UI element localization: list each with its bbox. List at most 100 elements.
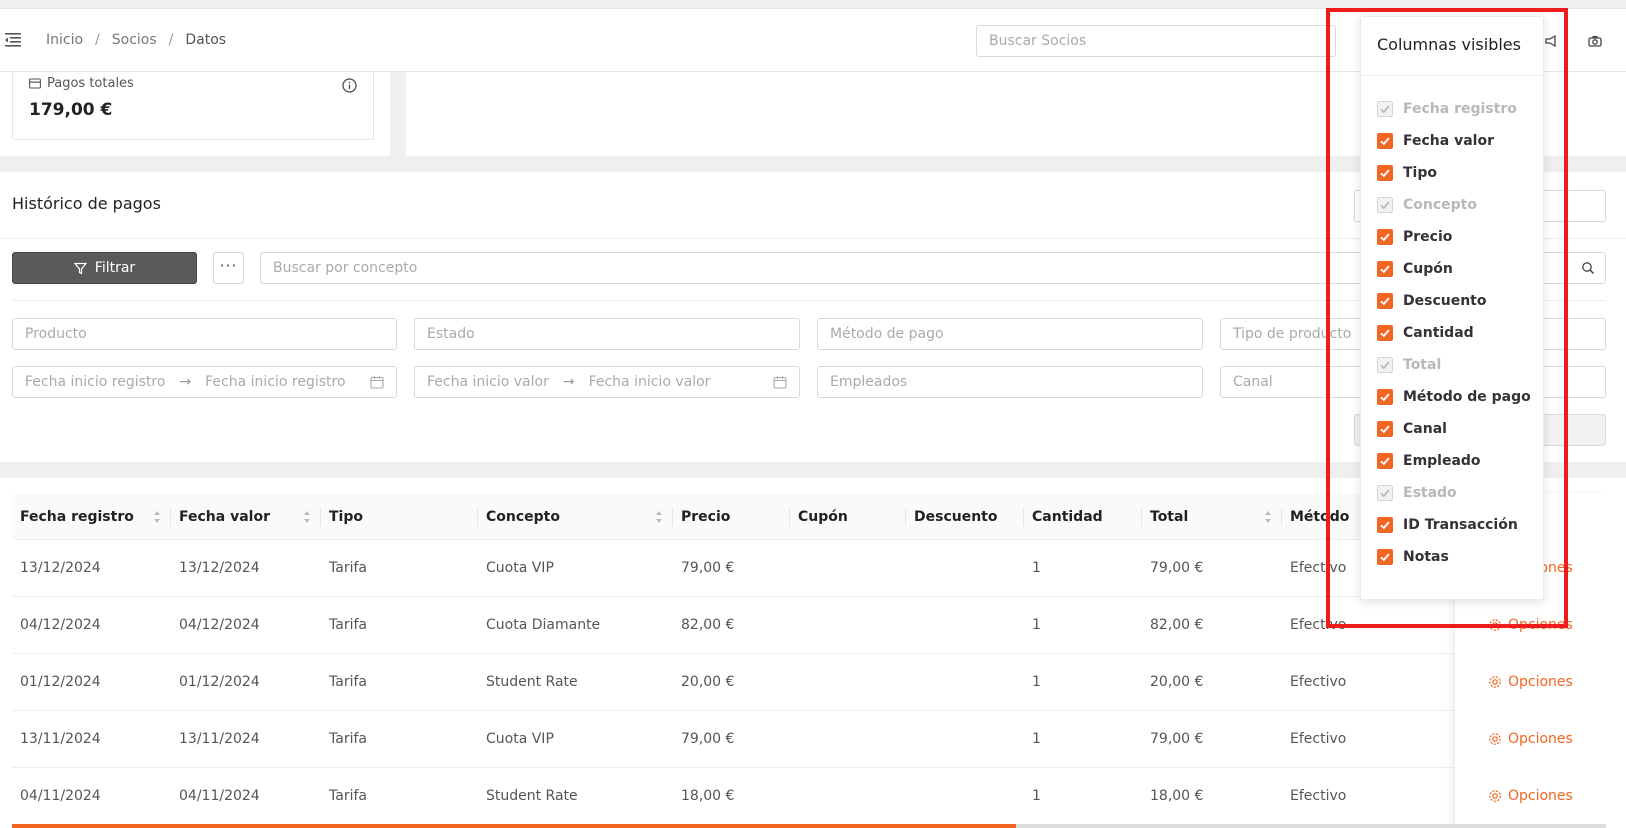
- breadcrumb-socios[interactable]: Socios: [112, 32, 157, 48]
- gear-icon: [1489, 733, 1501, 745]
- column-header-label: Tipo: [329, 509, 363, 525]
- column-header-label: Cantidad: [1032, 509, 1103, 525]
- cell-fecha-valor: 04/12/2024: [179, 617, 260, 633]
- column-header-fecha-registro[interactable]: Fecha registro: [12, 494, 171, 540]
- column-header-label: Fecha registro: [20, 509, 134, 525]
- breadcrumb-home[interactable]: Inicio: [46, 32, 83, 48]
- cell-concepto: Student Rate: [486, 674, 578, 690]
- status-select[interactable]: Estado: [414, 318, 800, 350]
- row-options-button[interactable]: Opciones: [1488, 729, 1573, 749]
- value-end-date[interactable]: Fecha inicio valor: [589, 367, 711, 397]
- cell-total: 79,00 €: [1150, 731, 1204, 747]
- cell-metodo: Efectivo: [1290, 731, 1347, 747]
- cell-cantidad: 1: [1032, 731, 1041, 747]
- cell-cupon: [790, 654, 906, 711]
- cell-fecha-registro: 04/11/2024: [20, 788, 101, 804]
- range-arrow: →: [562, 374, 575, 390]
- camera-icon[interactable]: [1588, 34, 1602, 48]
- cell-fecha-valor: 13/12/2024: [179, 560, 260, 576]
- payment-method-select[interactable]: Método de pago: [817, 318, 1203, 350]
- cell-tipo: Tarifa: [329, 674, 367, 690]
- info-icon[interactable]: [342, 78, 357, 93]
- cell-cantidad: 1: [1032, 560, 1041, 576]
- product-select[interactable]: Producto: [12, 318, 397, 350]
- column-header-precio: Precio: [673, 494, 790, 540]
- total-payments-value: 179,00 €: [29, 100, 113, 120]
- filter-icon: [73, 262, 87, 274]
- gear-icon: [1489, 676, 1501, 688]
- cell-descuento: [906, 768, 1024, 825]
- registration-start-date[interactable]: Fecha inicio registro: [25, 367, 165, 397]
- filter-button[interactable]: Filtrar: [12, 252, 197, 284]
- registration-date-range[interactable]: Fecha inicio registro → Fecha inicio reg…: [12, 366, 397, 398]
- sort-icon[interactable]: [1264, 510, 1272, 524]
- registration-end-date[interactable]: Fecha inicio registro: [205, 367, 345, 397]
- column-header-total[interactable]: Total: [1142, 494, 1282, 540]
- sort-icon[interactable]: [153, 510, 161, 524]
- cell-tipo: Tarifa: [329, 560, 367, 576]
- filter-button-label: Filtrar: [94, 260, 136, 276]
- row-options-label: Opciones: [1508, 731, 1573, 747]
- cell-fecha-valor: 04/11/2024: [179, 788, 260, 804]
- row-options-button[interactable]: Opciones: [1488, 672, 1573, 692]
- cell-tipo: Tarifa: [329, 788, 367, 804]
- cell-fecha-registro: 13/12/2024: [20, 560, 101, 576]
- cell-total: 18,00 €: [1150, 788, 1204, 804]
- cell-total: 20,00 €: [1150, 674, 1204, 690]
- cell-precio: 79,00 €: [681, 731, 735, 747]
- search-icon[interactable]: [1581, 261, 1595, 275]
- column-header-label: Total: [1150, 509, 1189, 525]
- column-header-descuento: Descuento: [906, 494, 1024, 540]
- cell-precio: 18,00 €: [681, 788, 735, 804]
- column-header-label: Concepto: [486, 509, 560, 525]
- more-options-button[interactable]: ···: [213, 252, 244, 284]
- column-header-cupon: Cupón: [790, 494, 906, 540]
- breadcrumb-current: Datos: [185, 32, 227, 48]
- menu-collapse-icon[interactable]: [5, 33, 21, 47]
- cell-cupon: [790, 540, 906, 597]
- range-arrow: →: [179, 374, 192, 390]
- value-date-range[interactable]: Fecha inicio valor → Fecha inicio valor: [414, 366, 800, 398]
- cell-fecha-valor: 01/12/2024: [179, 674, 260, 690]
- column-header-fecha-valor[interactable]: Fecha valor: [171, 494, 321, 540]
- cell-precio: 82,00 €: [681, 617, 735, 633]
- cell-descuento: [906, 597, 1024, 654]
- cell-concepto: Cuota Diamante: [486, 617, 601, 633]
- scrollbar-thumb[interactable]: [12, 824, 1017, 828]
- cell-cupon: [790, 711, 906, 768]
- sort-icon[interactable]: [655, 510, 663, 524]
- cell-descuento: [906, 654, 1024, 711]
- column-header-tipo: Tipo: [321, 494, 478, 540]
- credit-card-icon: [29, 78, 41, 89]
- row-options-button[interactable]: Opciones: [1488, 786, 1573, 806]
- concept-search-placeholder: Buscar por concepto: [273, 260, 418, 276]
- total-payments-label: Pagos totales: [29, 76, 134, 91]
- calendar-icon[interactable]: [370, 375, 384, 389]
- table-row[interactable]: 13/11/2024 13/11/2024 Tarifa Cuota VIP 79,00…: [12, 711, 1606, 768]
- cell-precio: 79,00 €: [681, 560, 735, 576]
- employees-select[interactable]: Empleados: [817, 366, 1203, 398]
- cell-fecha-registro: 01/12/2024: [20, 674, 101, 690]
- sort-icon[interactable]: [303, 510, 311, 524]
- search-socios-input[interactable]: Buscar Socios: [976, 25, 1336, 57]
- breadcrumb-separator: /: [95, 32, 100, 48]
- breadcrumb: Inicio / Socios / Datos: [46, 32, 226, 48]
- cell-descuento: [906, 540, 1024, 597]
- horizontal-scrollbar[interactable]: [12, 824, 1606, 828]
- cell-concepto: Cuota VIP: [486, 560, 554, 576]
- value-start-date[interactable]: Fecha inicio valor: [427, 367, 549, 397]
- table-row[interactable]: 04/11/2024 04/11/2024 Tarifa Student Rate 18…: [12, 768, 1606, 825]
- history-title: Histórico de pagos: [12, 194, 161, 213]
- cell-tipo: Tarifa: [329, 617, 367, 633]
- cell-fecha-registro: 04/12/2024: [20, 617, 101, 633]
- column-header-label: Fecha valor: [179, 509, 270, 525]
- calendar-icon[interactable]: [773, 375, 787, 389]
- cell-cantidad: 1: [1032, 788, 1041, 804]
- table-row[interactable]: 01/12/2024 01/12/2024 Tarifa Student Rate 20…: [12, 654, 1606, 711]
- cell-descuento: [906, 711, 1024, 768]
- cell-precio: 20,00 €: [681, 674, 735, 690]
- total-payments-card: Pagos totales 179,00 €: [12, 72, 374, 140]
- column-header-concepto[interactable]: Concepto: [478, 494, 673, 540]
- column-header-cantidad: Cantidad: [1024, 494, 1142, 540]
- highlight-box: [1326, 8, 1568, 628]
